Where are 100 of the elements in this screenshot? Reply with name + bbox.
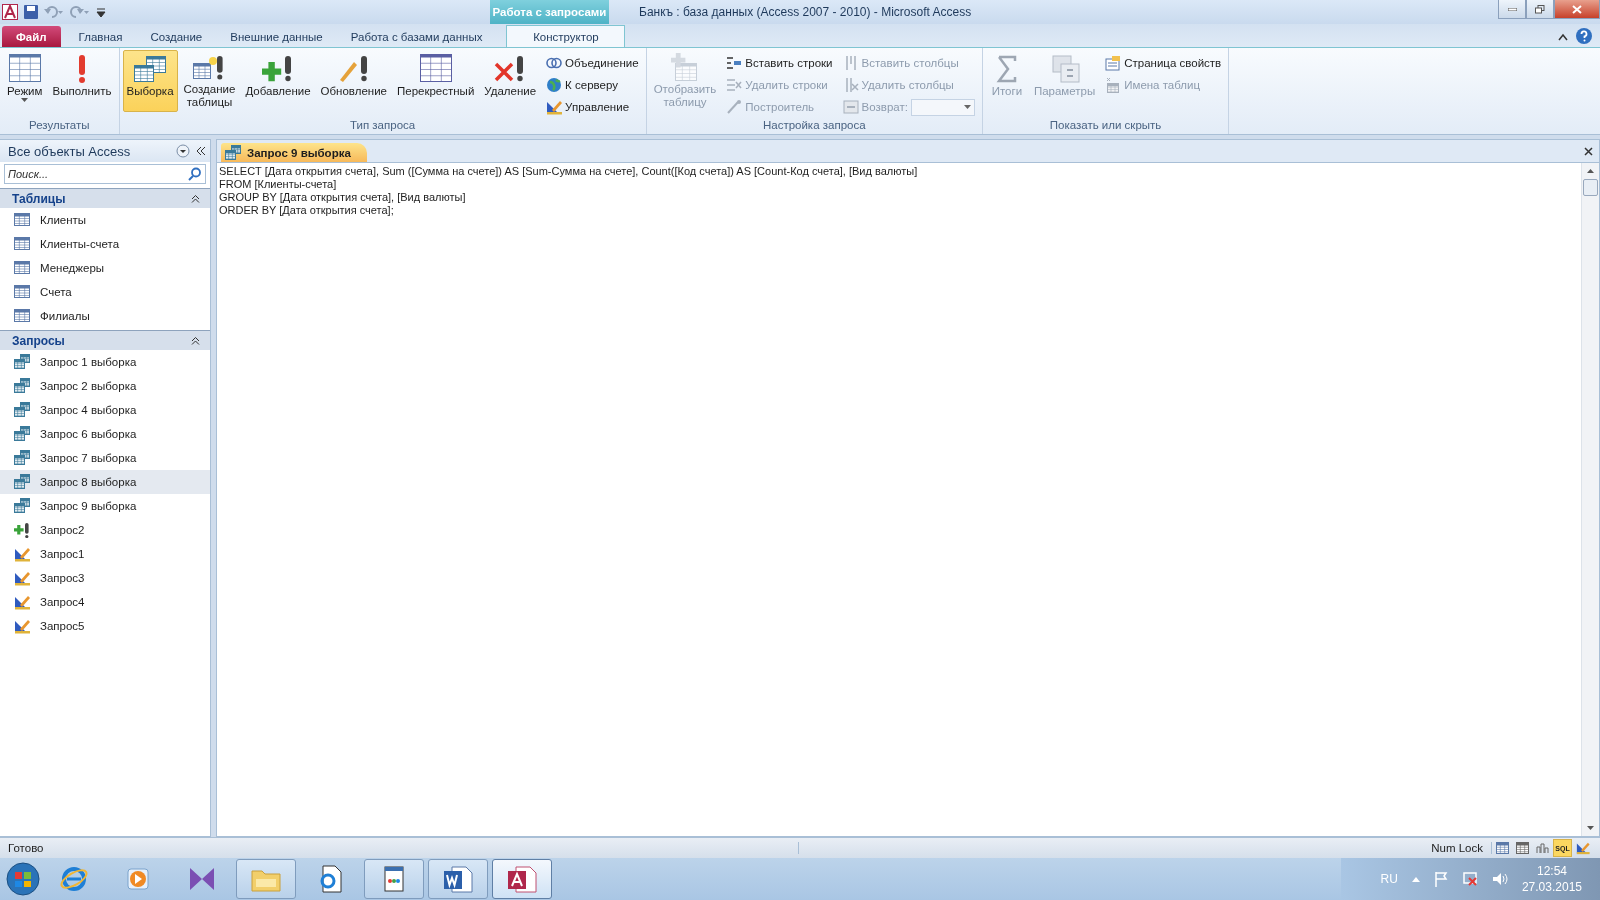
ribbon-button[interactable]: Объединение [546,54,639,72]
ribbon-tab[interactable]: Главная [64,26,137,47]
taskbar-button[interactable] [492,859,552,899]
search-box[interactable]: Поиск... [4,164,206,184]
ribbon-tab[interactable]: Создание [136,26,217,47]
nav-item[interactable]: Запрос 4 выборка [0,398,210,422]
query-icon [14,378,30,394]
network-icon[interactable] [1461,871,1478,887]
view-button[interactable] [1493,839,1512,857]
minimize-icon [1507,7,1517,11]
ribbon-button[interactable]: Выполнить [48,50,116,112]
nav-item[interactable]: Запрос4 [0,590,210,614]
union-icon [546,55,563,71]
taskbar-button[interactable] [428,859,488,899]
scroll-thumb[interactable] [1583,179,1598,196]
chevron-icon [191,194,200,203]
speaker-icon[interactable] [1491,871,1508,887]
save-icon[interactable] [24,5,38,19]
ribbon-tab[interactable]: Работа с базами данных [336,26,497,47]
group-label: Настройка запроса [761,119,867,133]
nav-item[interactable]: Запрос5 [0,614,210,638]
taskbar-button[interactable] [364,859,424,899]
ribbon-button[interactable]: Управление [546,98,639,116]
ribbon-button[interactable]: Добавление [241,50,315,112]
nav-item[interactable]: Запрос 8 выборка [0,470,210,494]
nav-item[interactable]: Запрос 6 выборка [0,422,210,446]
nav-item[interactable]: Запрос 1 выборка [0,350,210,374]
query-icon [14,474,30,490]
ribbon-button[interactable]: Вставить строки [726,54,833,72]
ribbon-button[interactable]: Удаление [480,50,541,112]
dropdown-icon[interactable] [176,144,190,158]
pane-title: Все объекты Access [8,143,132,159]
nav-item[interactable]: Менеджеры [0,256,210,280]
ribbon-tab[interactable]: Конструктор [506,25,626,47]
nav-item[interactable]: Клиенты [0,208,210,232]
section-header[interactable]: Таблицы [0,188,210,208]
ribbon-button[interactable]: Обновление [316,50,391,112]
customize-icon[interactable] [96,5,106,19]
ribbon-tab[interactable]: Внешние данные [216,26,337,47]
delete-rows-icon [726,77,743,93]
nav-item[interactable]: Запрос2 [0,518,210,542]
datasheet-view-icon [1496,842,1509,854]
restore-icon [1535,4,1545,14]
status-text: Готово [0,842,799,854]
return-icon [842,99,859,115]
num-lock-indicator: Num Lock [1423,842,1492,854]
document-tab[interactable]: Запрос 9 выборка [221,143,367,162]
table-icon [14,284,30,300]
caret-icon [963,105,971,109]
collapse-ribbon-icon[interactable] [1558,33,1568,41]
scroll-up-icon [1587,169,1594,173]
ribbon-button[interactable]: Страница свойств [1105,54,1222,72]
document-w-icon [442,864,474,894]
table-icon [14,260,30,276]
code-line: GROUP BY [Дата открытия счета], [Вид валюты] [219,191,467,204]
scrollbar[interactable] [1581,163,1599,836]
clock-date: 27.03.2015 [1521,879,1582,895]
close-icon[interactable] [1584,147,1593,156]
close-icon [1572,4,1582,14]
clock-time: 12:54 [1536,863,1567,879]
search-icon[interactable] [188,167,202,181]
query-icon [14,426,30,442]
nav-item[interactable]: Запрос 9 выборка [0,494,210,518]
chevron-icon [191,336,200,345]
database-key-icon [506,864,538,894]
nav-item[interactable]: Запрос 2 выборка [0,374,210,398]
nav-item[interactable]: Клиенты-счета [0,232,210,256]
close-button[interactable] [1554,0,1600,19]
group-label: Показать или скрыть [1048,119,1163,133]
sigma-icon [994,54,1019,84]
append-icon [14,522,30,538]
append-icon [262,54,294,84]
ribbon-button[interactable]: Выборка [122,50,178,112]
datasheet-icon [8,54,41,84]
window-title: Банкъ : база данных (Access 2007 - 2010) - Microsoft Access [639,5,972,19]
restore-button[interactable] [1526,0,1554,19]
table-icon [14,236,30,252]
start-orb-icon [6,862,40,896]
table-names-icon [1105,77,1122,93]
help-icon[interactable] [1576,28,1592,44]
nav-item[interactable]: Запрос3 [0,566,210,590]
section-header[interactable]: Запросы [0,330,210,350]
ribbon-button[interactable]: К серверу [546,76,639,94]
group-label: Тип запроса [349,119,417,133]
ribbon-tab[interactable]: Файл [2,26,61,47]
scroll-down-icon [1587,826,1594,830]
ribbon-button[interactable]: Режим [3,50,47,112]
view-button[interactable] [1513,839,1532,857]
table-icon [14,212,30,228]
nav-item[interactable]: Запрос 7 выборка [0,446,210,470]
code-line: SELECT [Дата открытия счета], Sum ([Сумма на счете]) AS [Sum-Сумма на счете], Count([Код счета]) AS [Count-Код счета], [Вид валюты] [219,165,919,178]
table-icon [14,308,30,324]
group-label: Результаты [27,119,91,133]
ribbon-button[interactable]: Перекрестный [392,50,479,112]
nav-item[interactable]: Филиалы [0,304,210,328]
ribbon-button[interactable]: Создание таблицы [179,50,240,112]
nav-item[interactable]: Счета [0,280,210,304]
nav-item[interactable]: Запрос1 [0,542,210,566]
collapse-pane-icon[interactable] [196,146,206,156]
code-line: ORDER BY [Дата открытия счета]; [219,204,395,217]
